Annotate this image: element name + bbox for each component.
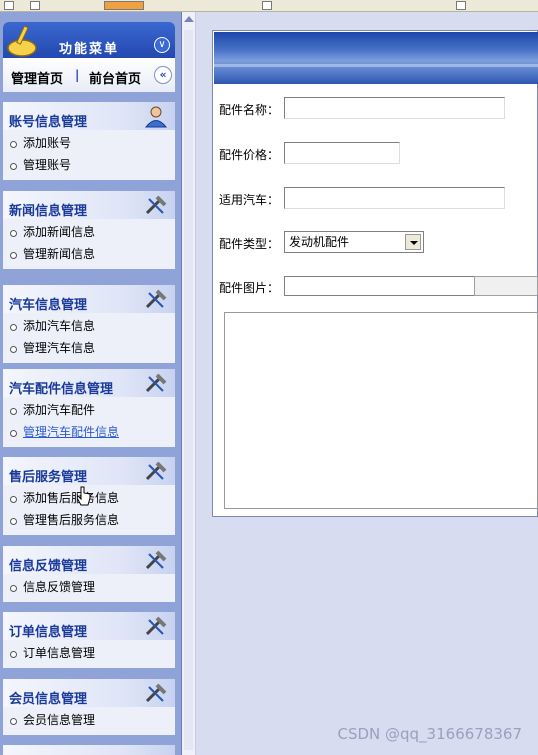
part-type-label: 配件类型： (219, 237, 280, 251)
part-image-label: 配件图片： (219, 281, 280, 295)
scroll-up-icon[interactable] (184, 16, 194, 22)
menu-item-add-car[interactable]: 添加汽车信息 (3, 315, 175, 337)
function-menu-header: 功能菜单 ∨ (3, 22, 175, 58)
menu-item-members[interactable]: 会员信息管理 (3, 709, 175, 731)
group-title: 信息反馈管理 (9, 559, 88, 574)
toolbar-icon (262, 1, 272, 10)
group-car: 汽车信息管理 添加汽车信息 管理汽车信息 (3, 285, 175, 363)
part-price-input[interactable] (284, 142, 400, 164)
tools-icon (145, 289, 167, 309)
car-input[interactable] (284, 187, 505, 209)
group-title: 会员信息管理 (9, 692, 88, 707)
menu-item-add-account[interactable]: 添加账号 (3, 132, 175, 154)
group-title: 汽车信息管理 (9, 298, 88, 313)
toolbar-icon (30, 1, 40, 10)
tools-icon (145, 195, 167, 215)
group-car-parts: 汽车配件信息管理 添加汽车配件 管理汽车配件信息 (3, 369, 175, 447)
part-image-path-input[interactable] (284, 276, 474, 296)
browse-button[interactable] (474, 276, 538, 296)
group-orders: 订单信息管理 订单信息管理 (3, 612, 175, 668)
browser-toolbar-strip (0, 0, 538, 12)
scrollbar-thumb[interactable] (184, 30, 193, 750)
part-type-select[interactable]: 发动机配件 (284, 231, 424, 253)
part-name-input[interactable] (284, 97, 505, 119)
menu-item-orders[interactable]: 订单信息管理 (3, 642, 175, 664)
group-partial (3, 745, 175, 755)
group-feedback: 信息反馈管理 信息反馈管理 (3, 546, 175, 602)
toolbar-icon (104, 1, 144, 10)
menu-item-manage-car[interactable]: 管理汽车信息 (3, 337, 175, 359)
tools-icon (145, 683, 167, 703)
watermark: CSDN @qq_3166678367 (337, 725, 522, 743)
description-textarea[interactable] (224, 312, 538, 509)
menu-item-feedback[interactable]: 信息反馈管理 (3, 576, 175, 598)
menu-item-add-news[interactable]: 添加新闻信息 (3, 221, 175, 243)
menu-item-manage-news[interactable]: 管理新闻信息 (3, 243, 175, 265)
tools-icon (145, 461, 167, 481)
part-price-label: 配件价格： (219, 148, 280, 162)
menu-item-manage-car-parts[interactable]: 管理汽车配件信息 (3, 421, 175, 443)
user-icon (144, 106, 168, 128)
menu-logo-icon (7, 25, 37, 57)
menu-item-add-car-part[interactable]: 添加汽车配件 (3, 399, 175, 421)
tools-icon (145, 550, 167, 570)
toolbar-icon (456, 1, 466, 10)
sidebar-scrollbar[interactable] (182, 12, 196, 755)
mouse-cursor-icon (77, 486, 91, 506)
chevron-down-icon[interactable] (405, 234, 421, 250)
group-account: 账号信息管理 添加账号 管理账号 (3, 102, 175, 180)
group-title: 订单信息管理 (9, 625, 88, 640)
tools-icon (145, 616, 167, 636)
menu-item-manage-account[interactable]: 管理账号 (3, 154, 175, 176)
menu-toggle-icon[interactable]: ∨ (154, 37, 170, 53)
part-name-label: 配件名称： (219, 103, 280, 117)
group-members: 会员信息管理 会员信息管理 (3, 679, 175, 735)
car-label: 适用汽车： (219, 193, 280, 207)
menu-title: 功能菜单 (59, 42, 120, 57)
form-panel: 配件名称： 配件价格： 适用汽车： 配件类型： 发动机配件 配件图片： (212, 30, 538, 517)
group-title: 汽车配件信息管理 (9, 382, 114, 397)
group-news: 新闻信息管理 添加新闻信息 管理新闻信息 (3, 191, 175, 269)
nav-separator: | (75, 68, 80, 82)
group-title: 售后服务管理 (9, 470, 88, 485)
part-type-selected: 发动机配件 (289, 235, 350, 249)
group-title: 新闻信息管理 (9, 204, 88, 219)
front-home-link[interactable]: 前台首页 (89, 68, 141, 87)
menu-item-manage-after-sales[interactable]: 管理售后服务信息 (3, 509, 175, 531)
group-title: 账号信息管理 (9, 115, 88, 130)
toolbar-icon (4, 1, 14, 10)
nav-links: 管理首页 | 前台首页 « (3, 58, 175, 92)
collapse-icon[interactable]: « (154, 66, 172, 84)
panel-header-bar (214, 32, 538, 84)
tools-icon (145, 373, 167, 393)
admin-home-link[interactable]: 管理首页 (11, 68, 63, 87)
